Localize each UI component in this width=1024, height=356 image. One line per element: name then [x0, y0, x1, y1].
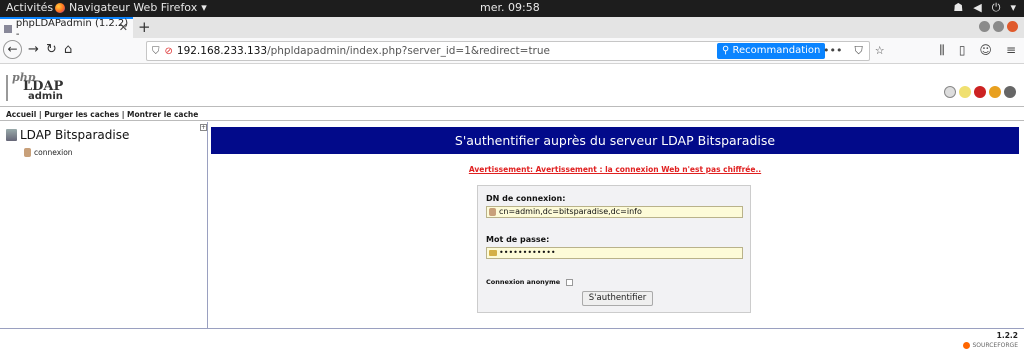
- server-name: LDAP Bitsparadise: [20, 128, 130, 142]
- close-tab-icon[interactable]: ✕: [119, 21, 128, 34]
- user-icon: [489, 208, 496, 216]
- login-link-label: connexion: [34, 148, 73, 157]
- account-icon[interactable]: ☺: [979, 43, 992, 58]
- back-button[interactable]: ←: [3, 40, 22, 59]
- chevron-down-icon: ▾: [201, 1, 207, 14]
- recommendation-label: Recommandation: [732, 45, 821, 56]
- quick-links[interactable]: Accueil | Purger les caches | Montrer le…: [6, 110, 198, 119]
- home-button[interactable]: ⌂: [64, 42, 72, 57]
- system-top-bar: Activités Navigateur Web Firefox ▾ mer. …: [0, 0, 1024, 17]
- key-icon: [489, 250, 497, 256]
- expand-icon[interactable]: +: [200, 124, 207, 131]
- firefox-icon: [55, 2, 65, 13]
- insecure-lock-icon[interactable]: ⊘: [165, 46, 173, 57]
- app-menu-label: Navigateur Web Firefox: [69, 1, 198, 14]
- pla-header: php LDAP admin: [0, 64, 1024, 108]
- pocket-icon[interactable]: ⛉: [854, 44, 862, 58]
- authenticate-button[interactable]: S'authentifier: [582, 291, 653, 306]
- login-link[interactable]: connexion: [24, 148, 73, 157]
- navigation-bar: ← → ↻ ⌂ ⛉ ⊘ 192.168.233.133/phpldapadmin…: [0, 38, 1024, 64]
- login-form: DN de connexion: cn=admin,dc=bitsparadis…: [477, 185, 751, 313]
- footer-divider: [0, 328, 1024, 329]
- main-content: S'authentifier auprès du serveur LDAP Bi…: [211, 127, 1019, 313]
- dn-value: cn=admin,dc=bitsparadise,dc=info: [499, 207, 642, 216]
- password-value: ••••••••••••: [499, 248, 556, 257]
- page-actions-icon[interactable]: •••: [823, 44, 842, 58]
- server-tree-sidebar: + LDAP Bitsparadise connexion: [0, 122, 208, 328]
- library-icon[interactable]: ⫼: [939, 43, 945, 58]
- anonymous-label: Connexion anonyme: [486, 278, 561, 286]
- server-icon: [6, 129, 17, 141]
- url-bar[interactable]: ⛉ ⊘ 192.168.233.133/phpldapadmin/index.p…: [146, 41, 885, 61]
- menu-icon[interactable]: ≡: [1006, 43, 1016, 58]
- unencrypted-warning: Avertissement: Avertissement : la connex…: [468, 165, 762, 174]
- password-label: Mot de passe:: [486, 235, 550, 244]
- minimize-button[interactable]: [979, 21, 990, 32]
- sourceforge-label: SOURCEFORGE: [972, 342, 1018, 349]
- sourceforge-logo[interactable]: SOURCEFORGE: [963, 342, 1018, 349]
- dn-label: DN de connexion:: [486, 194, 566, 203]
- tab-title: phpLDAPadmin (1.2.2) -: [15, 17, 129, 40]
- tab-strip: phpLDAPadmin (1.2.2) - ✕ +: [0, 17, 1024, 40]
- system-tray[interactable]: ☗ ◀ ⏻ ▾: [953, 1, 1016, 15]
- version-label: 1.2.2: [996, 331, 1018, 340]
- bookmark-star-icon[interactable]: ☆: [875, 44, 885, 58]
- window-controls: [979, 21, 1018, 32]
- header-icons: [944, 86, 1016, 98]
- sidebar-icon[interactable]: ▯: [959, 43, 966, 58]
- maximize-button[interactable]: [993, 21, 1004, 32]
- power-icon: ⏻: [991, 1, 1001, 14]
- reload-button[interactable]: ↻: [46, 42, 57, 57]
- browser-tab[interactable]: phpLDAPadmin (1.2.2) - ✕: [0, 17, 133, 40]
- clock[interactable]: mer. 09:58: [480, 1, 540, 14]
- user-icon: [24, 148, 31, 157]
- volume-icon: ◀: [973, 1, 982, 14]
- header-divider: [0, 106, 1024, 107]
- bug-icon[interactable]: [974, 86, 986, 98]
- anonymous-login-row: Connexion anonyme: [486, 278, 574, 286]
- server-item[interactable]: LDAP Bitsparadise: [6, 128, 129, 142]
- phpldapadmin-logo[interactable]: php LDAP admin: [6, 71, 70, 103]
- password-input[interactable]: ••••••••••••: [486, 247, 743, 259]
- anonymous-checkbox[interactable]: [566, 278, 574, 286]
- help-icon[interactable]: [944, 86, 956, 98]
- forward-button[interactable]: →: [28, 42, 39, 57]
- logo-admin: admin: [28, 91, 63, 102]
- chevron-down-icon: ▾: [1010, 1, 1016, 14]
- recommendation-button[interactable]: ⚲ Recommandation: [717, 43, 826, 59]
- page-title: S'authentifier auprès du serveur LDAP Bi…: [211, 127, 1019, 154]
- app-menu[interactable]: Navigateur Web Firefox ▾: [55, 1, 207, 14]
- close-window-button[interactable]: [1007, 21, 1018, 32]
- shield-icon[interactable]: ⛉: [152, 46, 160, 57]
- donate-smiley-icon[interactable]: [989, 86, 1001, 98]
- idea-bulb-icon[interactable]: [959, 86, 971, 98]
- quick-links-divider: [0, 120, 1024, 121]
- network-icon: ☗: [953, 1, 964, 14]
- activities-button[interactable]: Activités: [6, 1, 53, 14]
- favicon-icon: [4, 24, 12, 33]
- url-host: 192.168.233.133: [176, 45, 268, 57]
- url-path: /phpldapadmin/index.php?server_id=1&redi…: [267, 45, 550, 57]
- forum-icon[interactable]: [1004, 86, 1016, 98]
- dn-input[interactable]: cn=admin,dc=bitsparadise,dc=info: [486, 206, 743, 218]
- sourceforge-icon: [963, 342, 971, 349]
- new-tab-button[interactable]: +: [138, 18, 151, 36]
